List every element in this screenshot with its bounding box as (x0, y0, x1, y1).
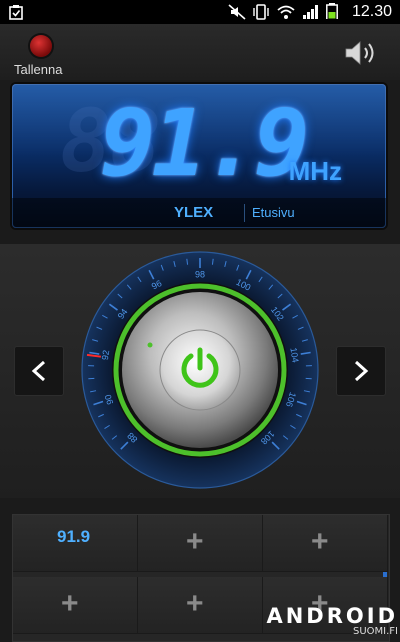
dial-scale-label: 92 (100, 349, 111, 360)
preset-add-button[interactable]: + (13, 577, 138, 634)
vibrate-icon (252, 4, 270, 20)
plus-icon: + (186, 589, 204, 619)
seek-down-button[interactable] (14, 346, 64, 396)
station-page-link[interactable]: Etusivu (252, 205, 295, 220)
status-time: 12.30 (352, 3, 392, 21)
preset-add-button[interactable]: + (138, 515, 263, 572)
mute-icon (228, 4, 246, 20)
station-separator (244, 204, 245, 222)
notification-icon (8, 4, 24, 20)
record-label: Tallenna (14, 62, 62, 77)
preset-add-button[interactable]: + (263, 515, 388, 572)
dial-minor-tick (187, 259, 188, 265)
preset-add-button[interactable]: + (138, 577, 263, 634)
plus-icon: + (311, 527, 329, 557)
dial-scale-label: 98 (195, 269, 205, 279)
frequency-display: 88 91.9 MHz YLEX Etusivu (12, 84, 386, 228)
preset-station[interactable]: 91.9 (13, 515, 138, 572)
wifi-icon (276, 4, 296, 20)
seek-up-button[interactable] (336, 346, 386, 396)
watermark-title: ANDROID (266, 606, 398, 626)
chevron-left-icon (29, 359, 49, 383)
preset-frequency: 91.9 (57, 527, 90, 547)
record-button[interactable] (30, 35, 52, 57)
signal-icon (302, 4, 320, 20)
tuning-dial[interactable]: 889092949698100102104106108 (80, 250, 320, 490)
speaker-icon[interactable] (344, 40, 380, 66)
top-bar: Tallenna (0, 24, 400, 80)
battery-icon (326, 3, 338, 19)
watermark: ANDROID SUOMI.FI (266, 606, 398, 638)
knob-indicator-dot (148, 343, 153, 348)
status-bar: 12.30 (0, 0, 400, 24)
chevron-right-icon (351, 359, 371, 383)
dial-minor-tick (212, 259, 213, 265)
plus-icon: + (61, 589, 79, 619)
plus-icon: + (186, 527, 204, 557)
station-name: YLEX (174, 204, 213, 221)
frequency-unit: MHz (289, 156, 342, 187)
frequency-readout: 91.9 (100, 90, 306, 197)
station-bar: YLEX Etusivu (12, 198, 386, 228)
